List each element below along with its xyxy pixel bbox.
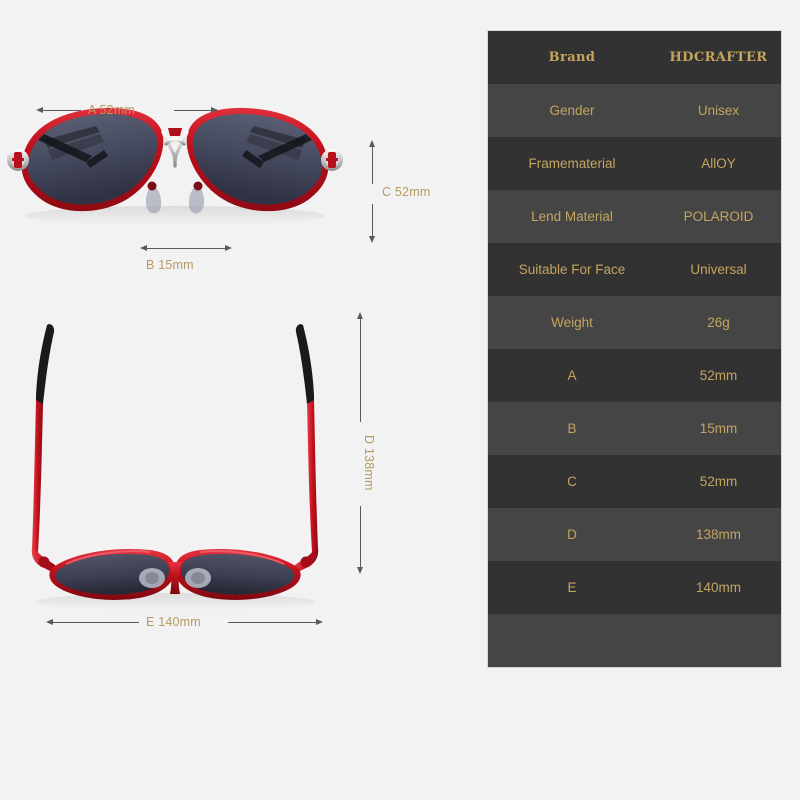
arrow-down-icon — [357, 567, 363, 574]
dimension-b-label: B 15mm — [146, 258, 194, 272]
bridge-red-accent — [168, 128, 182, 136]
spec-value: 52mm — [699, 368, 738, 383]
spec-value: POLAROID — [683, 209, 754, 224]
top-view-shadow — [35, 593, 315, 611]
spec-key: D — [567, 527, 577, 542]
table-row: A 52mm — [488, 349, 781, 402]
arrow-right-icon — [211, 107, 218, 113]
dimension-e-label: E 140mm — [146, 615, 201, 629]
spec-key: Lend Material — [531, 209, 613, 224]
table-row: Brand HDCRAFTER — [488, 31, 781, 84]
spec-key: E — [567, 580, 577, 595]
folded-lens-front — [49, 548, 301, 600]
left-hinge-ornament — [7, 149, 29, 171]
dimension-d-label: D 138mm — [362, 435, 376, 491]
spec-key: Brand — [548, 50, 596, 65]
table-row-empty — [488, 614, 781, 667]
spec-value: AllOY — [701, 156, 736, 171]
table-row: D 138mm — [488, 508, 781, 561]
table-row: Framematerial AllOY — [488, 137, 781, 190]
dimension-b-measure: B 15mm — [140, 244, 232, 284]
dimension-a-line-left — [41, 110, 81, 111]
spec-value: 52mm — [699, 474, 738, 489]
right-hinge-ornament — [321, 149, 343, 171]
sunglasses-top-view-image — [31, 324, 319, 611]
right-temple-arm — [293, 324, 319, 572]
table-row: Lend Material POLAROID — [488, 190, 781, 243]
dimension-b-line — [145, 248, 227, 249]
spec-value: 138mm — [695, 527, 741, 542]
dimension-a-measure: A 52mm — [36, 100, 218, 122]
dimension-e-line-right — [228, 622, 317, 623]
spec-value: 15mm — [699, 421, 738, 436]
spec-key: Framematerial — [528, 156, 616, 171]
table-row: Gender Unisex — [488, 84, 781, 137]
table-row: Suitable For Face Universal — [488, 243, 781, 296]
spec-key: Weight — [551, 315, 593, 330]
table-row: B 15mm — [488, 402, 781, 455]
table-row: Weight 26g — [488, 296, 781, 349]
table-row: C 52mm — [488, 455, 781, 508]
spec-key: A — [567, 368, 577, 383]
nose-bridge — [161, 130, 189, 168]
specification-table: Brand HDCRAFTER Gender Unisex Framemater… — [487, 30, 782, 668]
spec-value: Universal — [690, 262, 747, 277]
spec-key: Gender — [549, 103, 595, 118]
dimension-d-line-bottom — [360, 506, 361, 568]
product-image-panel: A 52mm B 15mm C 52mm D 138mm E 140mm — [0, 0, 470, 800]
dimension-e-measure: E 140mm — [46, 612, 324, 640]
dimension-a-label: A 52mm — [88, 103, 136, 117]
arrow-right-icon — [316, 619, 323, 625]
arrow-down-icon — [369, 236, 375, 243]
dimension-d-line-top — [360, 318, 361, 422]
left-temple-arm — [31, 324, 57, 572]
dimension-a-line-right — [174, 110, 212, 111]
spec-value: 26g — [707, 315, 730, 330]
spec-value: 140mm — [695, 580, 741, 595]
dimension-c-measure: C 52mm — [352, 140, 444, 244]
table-row: E 140mm — [488, 561, 781, 614]
dimension-c-line-bottom — [372, 204, 373, 237]
spec-value: Unisex — [697, 103, 740, 118]
spec-value: HDCRAFTER — [669, 50, 768, 65]
spec-key: B — [567, 421, 577, 436]
dimension-c-label: C 52mm — [382, 185, 431, 199]
arrow-right-icon — [225, 245, 232, 251]
dimension-d-measure: D 138mm — [340, 312, 384, 580]
dimension-c-line-top — [372, 146, 373, 184]
dimension-e-line-left — [51, 622, 139, 623]
spec-key: C — [567, 474, 577, 489]
spec-key: Suitable For Face — [518, 262, 626, 277]
